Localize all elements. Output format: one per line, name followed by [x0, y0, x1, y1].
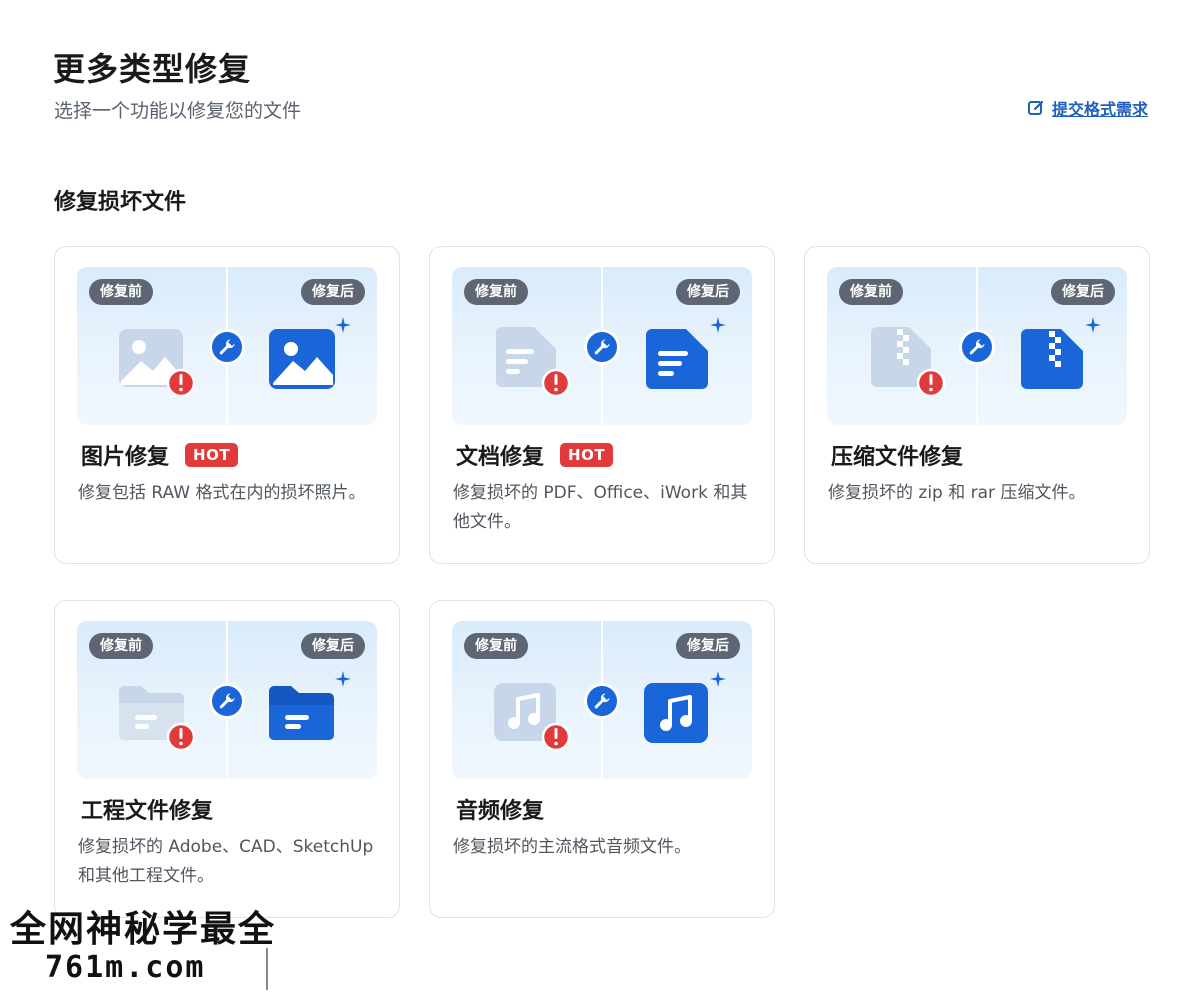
watermark-line-2: 761m.com [45, 950, 206, 985]
submit-format-request-label: 提交格式需求 [1051, 100, 1148, 119]
sparkle-icon [1085, 317, 1101, 333]
music-icon [644, 683, 708, 743]
card-illustration: 修复前 修复后 [77, 621, 377, 779]
watermark-line-1: 全网神秘学最全 [10, 909, 277, 950]
card-project-repair[interactable]: 修复前 修复后 工程文件修复 修复损坏的 Adobe、CAD、SketchUp … [54, 600, 400, 918]
card-image-repair[interactable]: 修复前 修复后 图片修复 HOT 修复包括 RAW 格式在内的损坏照片。 [54, 246, 400, 564]
wrench-icon [959, 329, 995, 365]
card-description: 修复损坏的 Adobe、CAD、SketchUp 和其他工程文件。 [78, 837, 374, 886]
sparkle-icon [710, 317, 726, 333]
card-illustration: 修复前 修复后 [77, 267, 377, 425]
card-title: 压缩文件修复 [831, 439, 963, 471]
before-badge: 修复前 [89, 279, 153, 305]
after-badge: 修复后 [676, 633, 740, 659]
sparkle-icon [710, 671, 726, 687]
broken-music-icon [494, 683, 571, 752]
submit-format-request-link[interactable]: 提交格式需求 [1027, 96, 1148, 120]
card-illustration: 修复前 修复后 [827, 267, 1127, 425]
card-title-text: 文档修复 [456, 445, 545, 470]
page-subtitle: 选择一个功能以修复您的文件 [54, 100, 302, 122]
wrench-icon [584, 683, 620, 719]
card-title-text: 图片修复 [81, 445, 170, 470]
after-badge: 修复后 [301, 279, 365, 305]
before-badge: 修复前 [839, 279, 903, 305]
card-audio-repair[interactable]: 修复前 修复后 音频修复 修复损坏的主流格式音频文件。 [429, 600, 775, 918]
watermark: 全网神秘学最全 761m.com [10, 900, 300, 990]
card-illustration: 修复前 修复后 [452, 621, 752, 779]
before-badge: 修复前 [464, 279, 528, 305]
card-title: 文档修复 HOT [456, 439, 614, 471]
sparkle-icon [335, 671, 351, 687]
after-badge: 修复后 [301, 633, 365, 659]
card-title: 工程文件修复 [81, 793, 213, 825]
card-title: 图片修复 HOT [81, 439, 239, 471]
card-title-text: 压缩文件修复 [831, 445, 964, 470]
broken-folder-icon [119, 686, 196, 752]
image-icon [269, 329, 335, 389]
card-description: 修复损坏的 PDF、Office、iWork 和其他文件。 [453, 483, 748, 532]
card-description: 修复损坏的 zip 和 rar 压缩文件。 [828, 483, 1086, 503]
broken-document-icon [496, 327, 571, 398]
card-document-repair[interactable]: 修复前 修复后 文档修复 HOT 修复损坏的 PDF、Office、iWork … [429, 246, 775, 564]
broken-zip-icon [871, 327, 946, 398]
sparkle-icon [335, 317, 351, 333]
hot-badge: HOT [185, 443, 239, 467]
card-archive-repair[interactable]: 修复前 修复后 压缩文件修复 修复损坏的 zip 和 rar 压缩文件。 [804, 246, 1150, 564]
before-badge: 修复前 [89, 633, 153, 659]
card-description: 修复损坏的主流格式音频文件。 [453, 837, 691, 857]
section-title: 修复损坏文件 [54, 190, 187, 215]
zip-icon [1021, 329, 1083, 389]
broken-image-icon [119, 329, 196, 398]
edit-icon [1027, 100, 1044, 115]
card-title-text: 工程文件修复 [81, 799, 214, 824]
document-icon [646, 329, 708, 389]
hot-badge: HOT [560, 443, 614, 467]
wrench-icon [209, 683, 245, 719]
watermark-divider [266, 948, 268, 990]
card-description: 修复包括 RAW 格式在内的损坏照片。 [78, 483, 366, 503]
repair-page: 更多类型修复 选择一个功能以修复您的文件 提交格式需求 修复损坏文件 修复前 修… [0, 0, 1200, 1000]
card-title-text: 音频修复 [456, 799, 545, 824]
wrench-icon [584, 329, 620, 365]
page-title: 更多类型修复 [53, 50, 252, 88]
card-title: 音频修复 [456, 793, 544, 825]
before-badge: 修复前 [464, 633, 528, 659]
after-badge: 修复后 [676, 279, 740, 305]
wrench-icon [209, 329, 245, 365]
folder-icon [269, 686, 334, 740]
card-illustration: 修复前 修复后 [452, 267, 752, 425]
after-badge: 修复后 [1051, 279, 1115, 305]
